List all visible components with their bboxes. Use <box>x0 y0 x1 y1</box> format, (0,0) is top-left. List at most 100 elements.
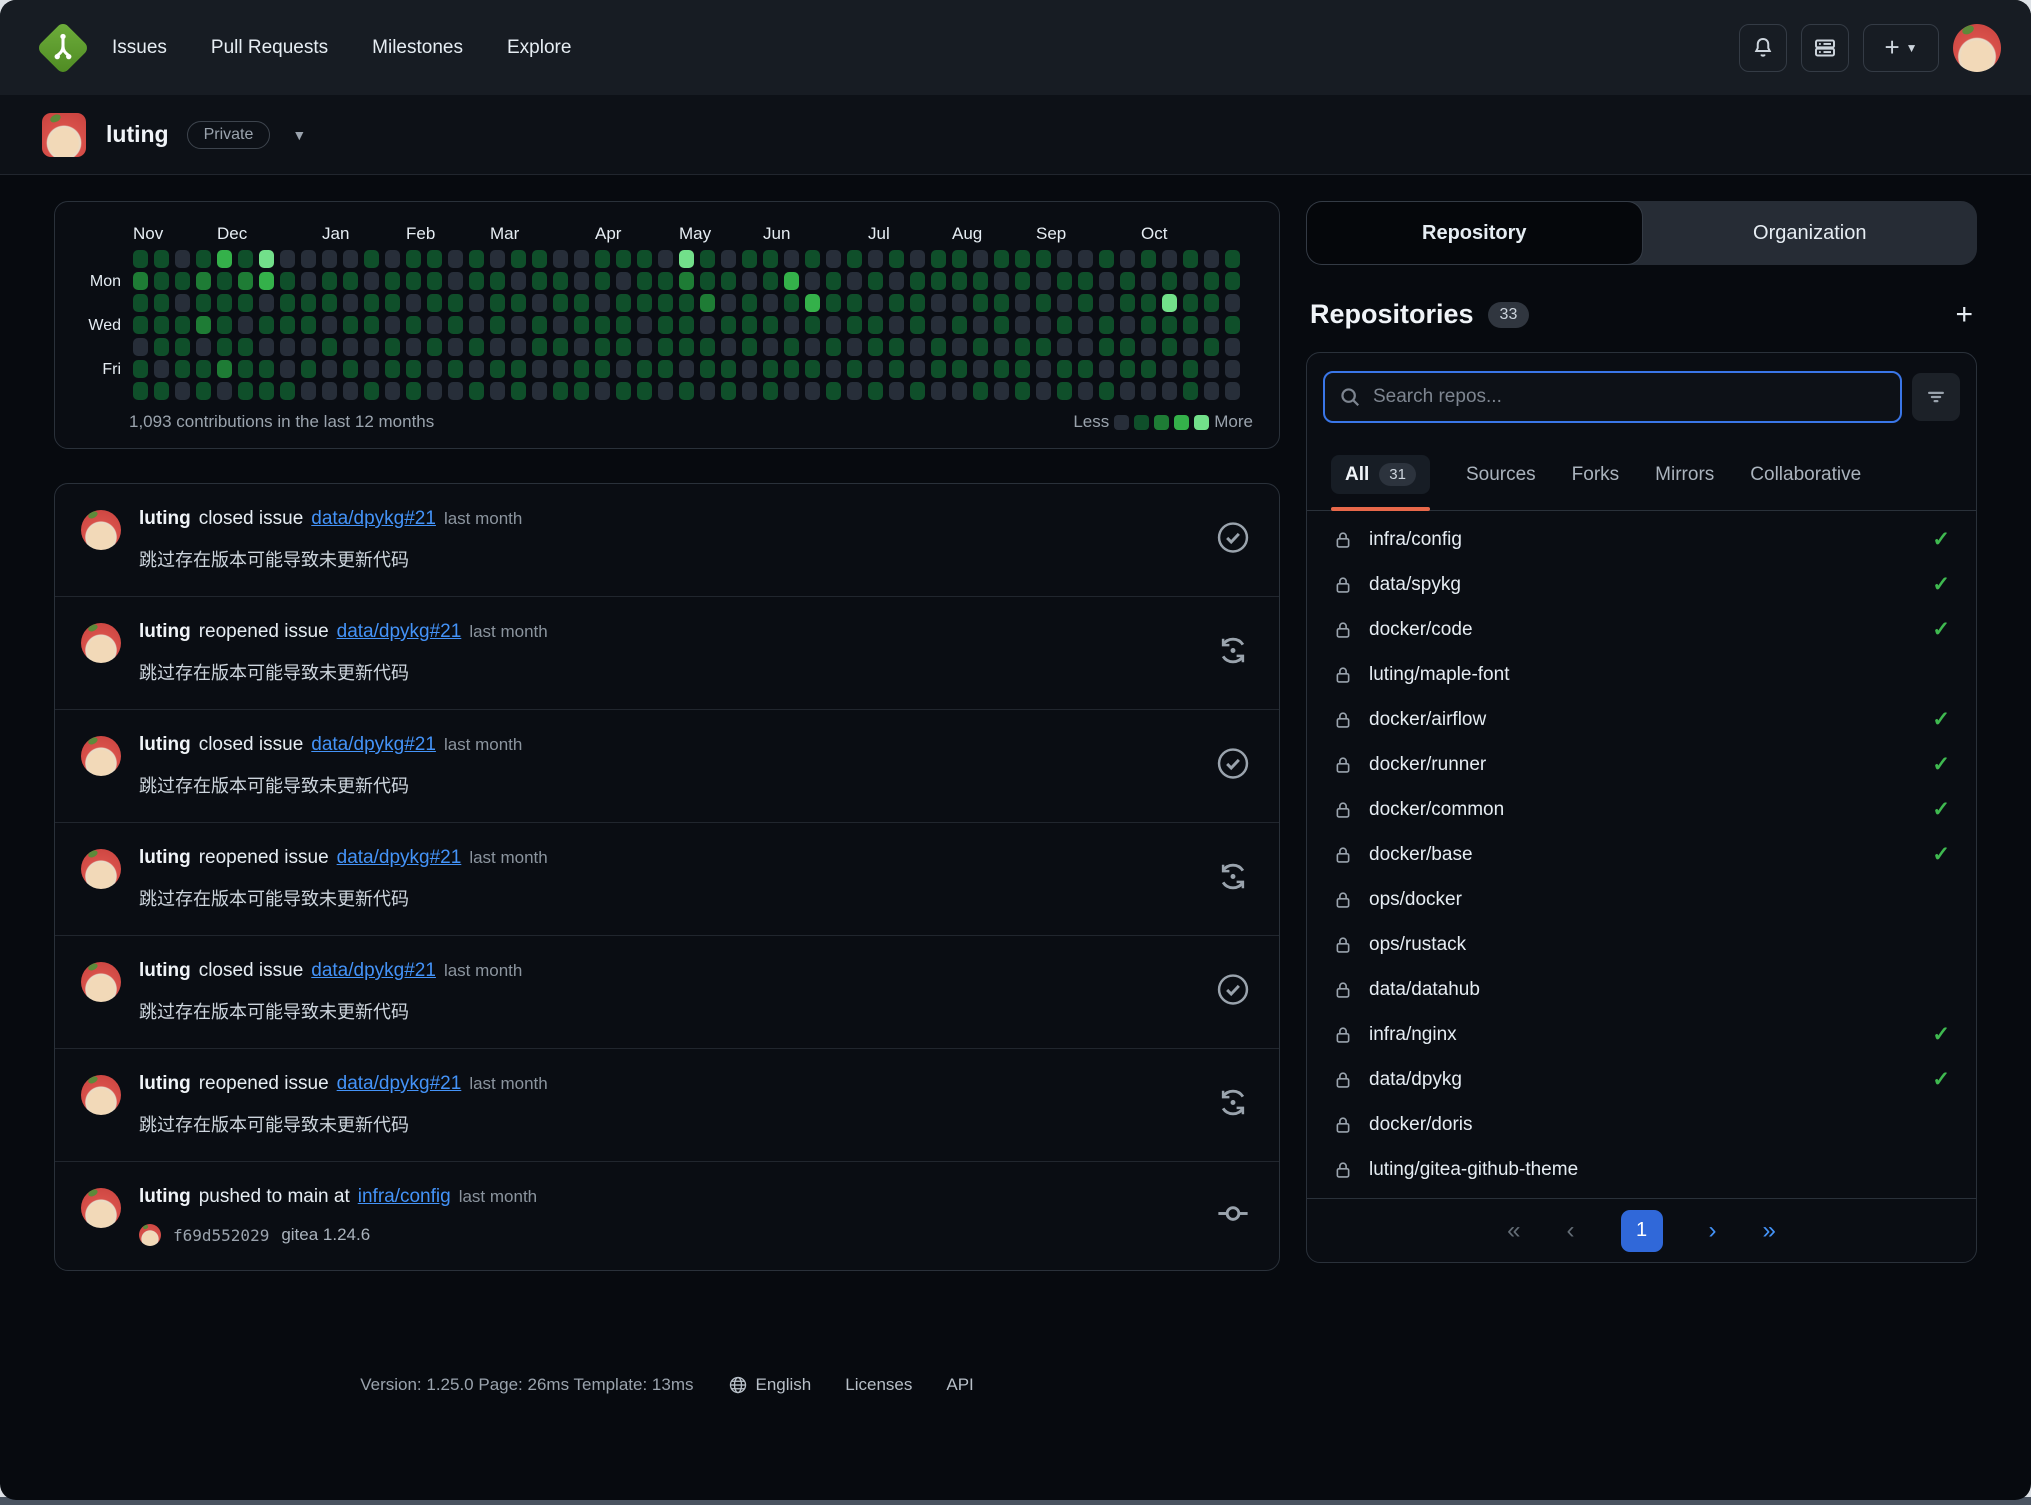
tab-repository[interactable]: Repository <box>1306 201 1643 265</box>
repo-name-link[interactable]: infra/nginx <box>1369 1024 1457 1046</box>
heatmap-cell <box>805 272 820 290</box>
heatmap-cell <box>616 360 631 378</box>
profile-avatar[interactable] <box>42 113 86 157</box>
repo-row[interactable]: ops/docker <box>1307 877 1976 922</box>
repo-row[interactable]: luting/maple-font <box>1307 652 1976 697</box>
create-new-button[interactable]: + ▼ <box>1863 24 1939 72</box>
repo-row[interactable]: infra/config✓ <box>1307 517 1976 562</box>
language-selector[interactable]: English <box>728 1375 812 1395</box>
feed-actor[interactable]: luting <box>139 734 191 756</box>
profile-dropdown-caret-icon[interactable]: ▼ <box>292 127 306 143</box>
notifications-button[interactable] <box>1739 24 1787 72</box>
repo-name-link[interactable]: luting/maple-font <box>1369 664 1509 686</box>
feed-target-link[interactable]: infra/config <box>358 1186 451 1208</box>
repo-row[interactable]: data/spykg✓ <box>1307 562 1976 607</box>
feed-item-title: lutingreopened issuedata/dpykg#21last mo… <box>139 847 1253 869</box>
repo-row[interactable]: docker/airflow✓ <box>1307 697 1976 742</box>
repo-name-link[interactable]: docker/base <box>1369 844 1473 866</box>
feed-actor[interactable]: luting <box>139 847 191 869</box>
repo-row[interactable]: infra/nginx✓ <box>1307 1012 1976 1057</box>
feed-actor[interactable]: luting <box>139 508 191 530</box>
repo-row[interactable]: data/datahub <box>1307 967 1976 1012</box>
api-link[interactable]: API <box>946 1375 973 1395</box>
feed-target-link[interactable]: data/dpykg#21 <box>337 621 462 643</box>
feed-target-link[interactable]: data/dpykg#21 <box>337 1073 462 1095</box>
repo-filter-button[interactable] <box>1912 373 1960 421</box>
admin-panel-button[interactable] <box>1801 24 1849 72</box>
feed-item-avatar[interactable] <box>81 623 121 663</box>
repo-name-link[interactable]: luting/gitea-github-theme <box>1369 1159 1578 1181</box>
user-avatar[interactable] <box>1953 24 2001 72</box>
pagination-current-page[interactable]: 1 <box>1621 1210 1663 1252</box>
pagination-first-button[interactable]: « <box>1507 1217 1520 1245</box>
lock-icon <box>1333 575 1353 595</box>
heatmap-cell <box>301 272 316 290</box>
pagination-last-button[interactable]: » <box>1763 1217 1776 1245</box>
navbar-link-issues[interactable]: Issues <box>112 37 167 59</box>
feed-item-avatar[interactable] <box>81 962 121 1002</box>
feed-item-avatar[interactable] <box>81 510 121 550</box>
heatmap-cell <box>1183 360 1198 378</box>
feed-item: lutingclosed issuedata/dpykg#21last mont… <box>55 936 1279 1049</box>
add-repository-button[interactable]: + <box>1955 300 1973 330</box>
repo-row[interactable]: docker/common✓ <box>1307 787 1976 832</box>
filter-tab-sources[interactable]: Sources <box>1466 454 1536 502</box>
navbar-link-explore[interactable]: Explore <box>507 37 571 59</box>
repo-row[interactable]: data/dpykg✓ <box>1307 1057 1976 1102</box>
repo-name-link[interactable]: ops/rustack <box>1369 934 1466 956</box>
filter-tab-all[interactable]: All31 <box>1331 445 1430 510</box>
feed-target-link[interactable]: data/dpykg#21 <box>311 960 436 982</box>
navbar-link-pull-requests[interactable]: Pull Requests <box>211 37 328 59</box>
repo-name-link[interactable]: data/datahub <box>1369 979 1480 1001</box>
feed-item-avatar[interactable] <box>81 849 121 889</box>
pagination-next-button[interactable]: › <box>1709 1217 1717 1245</box>
repo-name-link[interactable]: docker/airflow <box>1369 709 1486 731</box>
licenses-link[interactable]: Licenses <box>845 1375 912 1395</box>
navbar-link-milestones[interactable]: Milestones <box>372 37 463 59</box>
repo-name-link[interactable]: infra/config <box>1369 529 1462 551</box>
feed-timestamp: last month <box>469 1074 547 1094</box>
filter-tab-mirrors[interactable]: Mirrors <box>1655 454 1714 502</box>
repo-row[interactable]: docker/code✓ <box>1307 607 1976 652</box>
feed-actor[interactable]: luting <box>139 1073 191 1095</box>
feed-target-link[interactable]: data/dpykg#21 <box>337 847 462 869</box>
repo-row[interactable]: docker/doris <box>1307 1102 1976 1147</box>
commit-sha-link[interactable]: f69d552029 <box>173 1226 269 1245</box>
feed-item-avatar[interactable] <box>81 1188 121 1228</box>
repo-name-link[interactable]: data/dpykg <box>1369 1069 1462 1091</box>
repo-row[interactable]: docker/runner✓ <box>1307 742 1976 787</box>
repo-name-link[interactable]: docker/common <box>1369 799 1504 821</box>
legend-square <box>1154 415 1169 430</box>
heatmap-cell <box>1057 338 1072 356</box>
repo-name-link[interactable]: docker/code <box>1369 619 1473 641</box>
repo-row[interactable]: docker/base✓ <box>1307 832 1976 877</box>
filter-tab-forks[interactable]: Forks <box>1572 454 1620 502</box>
repo-name-link[interactable]: ops/docker <box>1369 889 1462 911</box>
bell-icon <box>1751 36 1775 60</box>
feed-actor[interactable]: luting <box>139 621 191 643</box>
heatmap-cell <box>322 360 337 378</box>
repo-name-link[interactable]: data/spykg <box>1369 574 1461 596</box>
feed-item-avatar[interactable] <box>81 1075 121 1115</box>
heatmap-cell <box>1225 338 1240 356</box>
feed-item-title: lutingclosed issuedata/dpykg#21last mont… <box>139 960 1253 982</box>
heatmap-cell <box>385 272 400 290</box>
feed-actor[interactable]: luting <box>139 1186 191 1208</box>
heatmap-cell <box>784 360 799 378</box>
repo-row[interactable]: luting/gitea-github-theme <box>1307 1147 1976 1192</box>
repo-name-link[interactable]: docker/doris <box>1369 1114 1473 1136</box>
repo-search-input[interactable] <box>1373 386 1886 408</box>
filter-tab-collaborative[interactable]: Collaborative <box>1750 454 1861 502</box>
gitea-logo-icon[interactable] <box>40 25 86 71</box>
feed-item-avatar[interactable] <box>81 736 121 776</box>
legend-square <box>1134 415 1149 430</box>
pagination-prev-button[interactable]: ‹ <box>1567 1217 1575 1245</box>
heatmap-cell <box>154 382 169 400</box>
heatmap-cell <box>1120 294 1135 312</box>
tab-organization[interactable]: Organization <box>1643 201 1978 265</box>
feed-target-link[interactable]: data/dpykg#21 <box>311 734 436 756</box>
feed-target-link[interactable]: data/dpykg#21 <box>311 508 436 530</box>
repo-name-link[interactable]: docker/runner <box>1369 754 1486 776</box>
repo-row[interactable]: ops/rustack <box>1307 922 1976 967</box>
feed-actor[interactable]: luting <box>139 960 191 982</box>
